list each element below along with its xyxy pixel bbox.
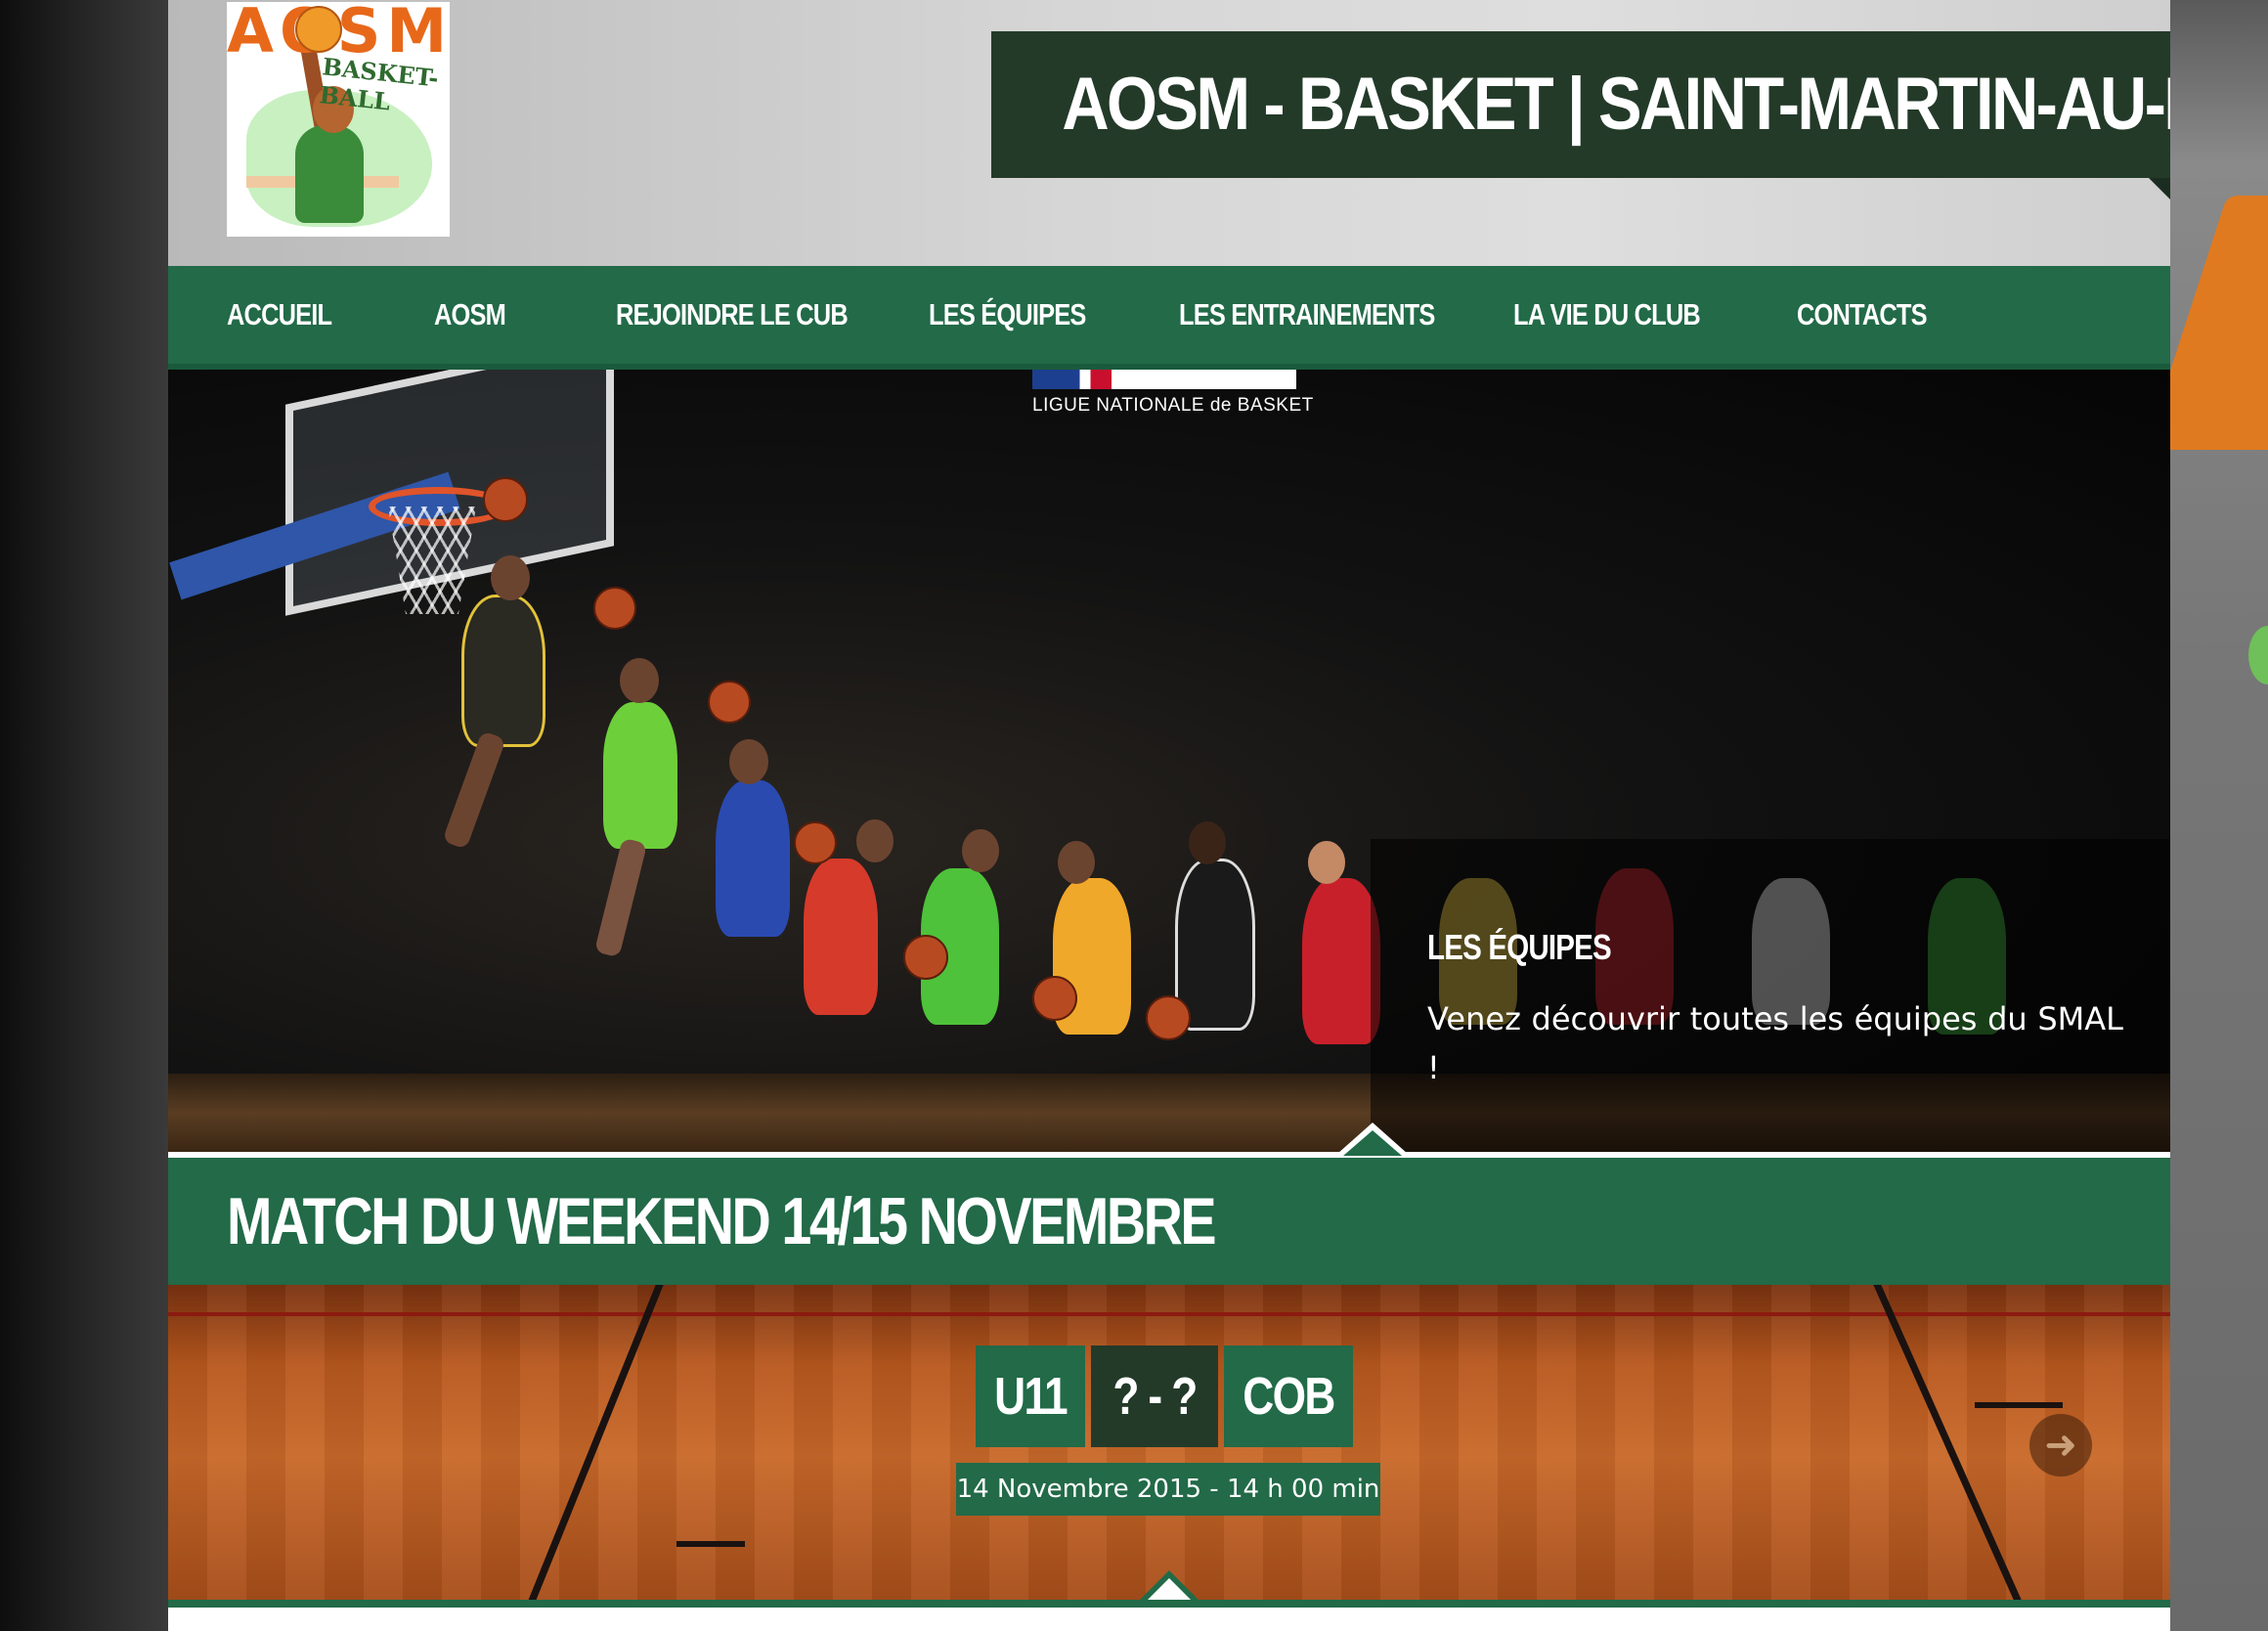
- player-head: [1058, 841, 1095, 884]
- next-match-button[interactable]: ➜: [2029, 1414, 2092, 1477]
- player-head: [729, 739, 768, 784]
- hero-slider[interactable]: LIGUE NATIONALE de BASKET LES ÉQUIPES Ve…: [168, 370, 2170, 1152]
- site-title[interactable]: AOSM - BASKET | SAINT-MARTIN-AU-LAËRT: [1062, 31, 2170, 178]
- arrow-right-icon: ➜: [2044, 1424, 2077, 1467]
- home-team: U11: [976, 1345, 1085, 1447]
- court-line: [1975, 1402, 2063, 1408]
- basketball-icon: [295, 6, 342, 53]
- player-head: [1189, 821, 1226, 864]
- basketball-icon: [483, 477, 528, 522]
- slide-caption-text: Venez découvrir toutes les équipes du SM…: [1427, 1000, 2123, 1037]
- nav-item-rejoindre[interactable]: REJOINDRE LE CUB: [616, 266, 849, 364]
- basketball-icon: [708, 681, 751, 724]
- court-line: [676, 1541, 745, 1547]
- match-section-title: MATCH DU WEEKEND 14/15 NOVEMBRE: [227, 1184, 1217, 1258]
- player-head: [491, 555, 530, 600]
- slide-caption-title[interactable]: LES ÉQUIPES: [1427, 927, 1612, 968]
- player-figure: [716, 780, 790, 937]
- nav-item-contacts[interactable]: CONTACTS: [1797, 266, 1928, 364]
- player-figure: [804, 859, 878, 1015]
- content-area: [168, 1608, 2170, 1631]
- player-head: [1308, 841, 1345, 884]
- player-head: [856, 819, 894, 862]
- nav-item-entrainements[interactable]: LES ENTRAINEMENTS: [1179, 266, 1435, 364]
- site-header: AOSM BASKET-BALL AOSM - BASKET | SAINT-M…: [168, 0, 2170, 266]
- home-team-label: U11: [994, 1367, 1069, 1426]
- player-head: [962, 829, 999, 872]
- bottom-band: [168, 1600, 2170, 1608]
- lnb-text: LIGUE NATIONALE de BASKET: [1032, 395, 1314, 416]
- player-figure: [461, 595, 545, 747]
- court-line: [168, 1312, 2170, 1316]
- lnb-mark: [1032, 370, 1296, 389]
- site-container: AOSM BASKET-BALL AOSM - BASKET | SAINT-M…: [168, 0, 2170, 1631]
- club-logo[interactable]: AOSM BASKET-BALL: [227, 1, 450, 237]
- site-title-box: AOSM - BASKET | SAINT-MARTIN-AU-LAËRT: [991, 31, 2170, 199]
- slider-pointer-inner: [1343, 1130, 1402, 1156]
- match-section-header: MATCH DU WEEKEND 14/15 NOVEMBRE: [168, 1158, 2170, 1285]
- logo-player: [295, 125, 364, 223]
- player-head: [620, 658, 659, 703]
- basketball-icon: [1032, 976, 1077, 1021]
- nav-item-equipes[interactable]: LES ÉQUIPES: [929, 266, 1086, 364]
- nav-item-vie-du-club[interactable]: LA VIE DU CLUB: [1513, 266, 1701, 364]
- slide-caption-text-end: !: [1427, 1049, 1440, 1086]
- main-nav: ACCUEIL AOSM REJOINDRE LE CUB LES ÉQUIPE…: [168, 266, 2170, 370]
- player-leg: [442, 730, 506, 850]
- lnb-logo: LIGUE NATIONALE de BASKET: [1032, 370, 1313, 416]
- nav-item-accueil[interactable]: ACCUEIL: [227, 266, 332, 364]
- basket-net: [388, 507, 476, 614]
- basketball-icon: [794, 821, 837, 864]
- away-team-label: COB: [1243, 1367, 1335, 1426]
- match-date: 14 Novembre 2015 - 14 h 00 min: [956, 1463, 1380, 1516]
- basketball-icon: [903, 935, 948, 980]
- nav-item-aosm[interactable]: AOSM: [434, 266, 506, 364]
- page-background-left: [0, 0, 168, 1631]
- match-score-label: ? - ?: [1112, 1367, 1198, 1426]
- basketball-icon: [593, 587, 636, 630]
- player-leg: [593, 837, 648, 958]
- match-score: ? - ?: [1091, 1345, 1218, 1447]
- basketball-icon: [1146, 995, 1191, 1040]
- away-team: COB: [1224, 1345, 1353, 1447]
- player-figure: [1302, 878, 1380, 1044]
- player-figure: [603, 702, 677, 849]
